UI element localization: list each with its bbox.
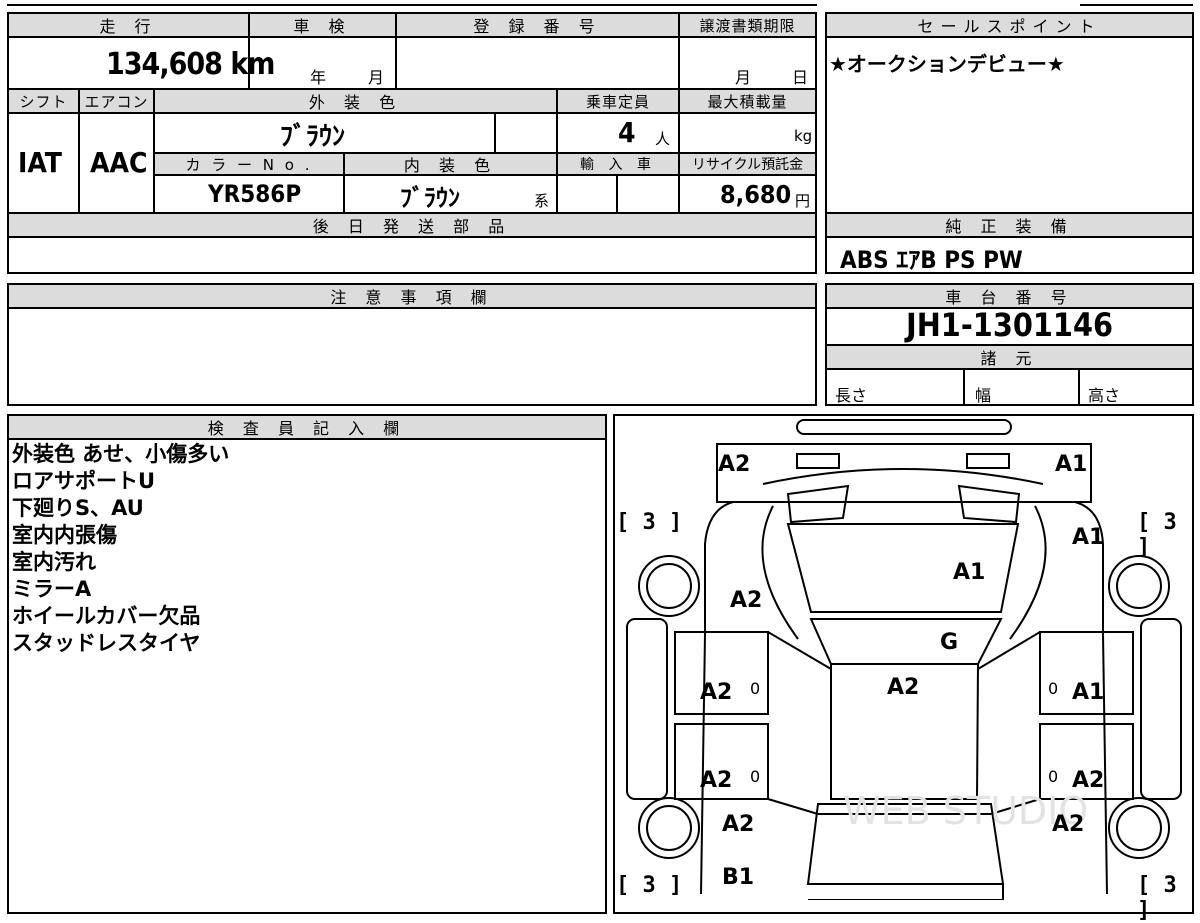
max-load-header: 最大積載量 [680, 90, 815, 112]
later-parts-header: 後 日 発 送 部 品 [9, 214, 815, 236]
mark-rear-bottom: B1 [722, 865, 755, 890]
capacity-value: 4 [618, 116, 636, 149]
spec-width: 幅 [975, 386, 992, 405]
car-diagram: WEB STUDIO [626, 419, 1182, 900]
color-no-header: カ ラ ー N o . [155, 154, 343, 174]
mileage-value: 134,608 km [106, 47, 275, 82]
tire-bottom-right: [ 3 ] [1137, 873, 1177, 923]
divider [153, 174, 817, 176]
spec-height: 高さ [1088, 386, 1121, 405]
inspection-year: 年 [310, 68, 327, 87]
mark-fender-right: A1 [1072, 525, 1105, 550]
divider [1078, 368, 1080, 406]
registration-header: 登 録 番 号 [397, 14, 678, 36]
transfer-day: 日 [792, 68, 809, 87]
color-no-value: YR586P [208, 180, 302, 208]
top-border [7, 4, 817, 6]
chassis-number: JH1-1301146 [906, 306, 1113, 344]
mark-fender-left: A2 [730, 588, 763, 613]
exterior-color-value: ﾌﾞﾗｳﾝ [280, 122, 346, 152]
divider [825, 36, 1194, 38]
mark-zero: 0 [750, 679, 761, 698]
mark-zero: 0 [750, 767, 761, 786]
note-line: 室内汚れ [12, 550, 96, 574]
caution-header: 注 意 事 項 欄 [9, 285, 815, 307]
divider [7, 36, 817, 38]
exterior-color-header: 外 装 色 [155, 90, 556, 112]
divider [7, 438, 607, 440]
note-line: ミラーA [12, 577, 92, 601]
top-border-right [1080, 4, 1193, 6]
mark-zero: 0 [1048, 679, 1059, 698]
mark-front-left: A2 [718, 452, 751, 477]
inspection-month: 月 [368, 68, 385, 87]
transfer-month: 月 [735, 68, 752, 87]
inspection-header: 車 検 [250, 14, 395, 36]
mark-roof: A2 [887, 675, 920, 700]
mark-windshield: G [940, 630, 959, 655]
divider [153, 88, 155, 213]
note-line: ホイールカバー欠品 [12, 604, 201, 628]
recycle-header: リサイクル預託金 [680, 154, 815, 174]
ac-value: AAC [90, 146, 148, 179]
shift-value: IAT [18, 146, 62, 179]
sales-point-box [825, 12, 1194, 214]
shift-header: シフト [9, 90, 78, 112]
note-line: 下廻りS、AU [12, 496, 144, 520]
equipment-header: 純 正 装 備 [827, 214, 1192, 236]
divider [7, 112, 817, 114]
transfer-deadline-header: 譲渡書類期限 [680, 14, 815, 36]
mark-rear-door-right: A2 [1072, 768, 1105, 793]
note-line: 室内内張傷 [12, 523, 117, 547]
mark-front-door-right: A1 [1072, 680, 1105, 705]
divider [395, 12, 397, 88]
sales-point-header: セールスポイント [827, 14, 1192, 36]
mark-quarter-right: A2 [1052, 812, 1085, 837]
interior-color-value: ﾌﾞﾗｳﾝ [400, 184, 460, 212]
capacity-header: 乗車定員 [558, 90, 678, 112]
capacity-unit: 人 [655, 130, 671, 148]
chassis-header: 車 台 番 号 [827, 285, 1192, 307]
ac-header: エアコン [80, 90, 153, 112]
specs-header: 諸 元 [827, 346, 1192, 368]
mark-front-right: A1 [1055, 452, 1088, 477]
divider [825, 236, 1194, 238]
mark-quarter-left: A2 [722, 812, 755, 837]
divider [616, 174, 618, 213]
sales-point-text: ★オークションデビュー★ [829, 52, 1065, 76]
inspector-header: 検 査 員 記 入 欄 [9, 416, 605, 438]
load-unit: kg [794, 127, 813, 145]
mileage-header: 走 行 [9, 14, 248, 36]
divider [556, 88, 558, 213]
inspector-notes: 外装色 あせ、小傷多い ロアサポートU 下廻りS、AU 室内内張傷 室内汚れ ミ… [12, 441, 229, 657]
divider [78, 88, 80, 213]
equipment-value: ABS ｴｱB PS PW [840, 246, 1023, 274]
interior-color-header: 内 装 色 [345, 154, 556, 175]
divider [963, 368, 965, 406]
note-line: 外装色 あせ、小傷多い [12, 442, 230, 466]
mark-front-door-left: A2 [700, 680, 733, 705]
tire-top-right: [ 3 ] [1137, 510, 1177, 560]
divider [494, 112, 496, 152]
divider [678, 12, 680, 88]
mark-rear-door-left: A2 [700, 768, 733, 793]
mark-zero: 0 [1048, 767, 1059, 786]
note-line: ロアサポートU [12, 469, 156, 493]
tire-top-left: [ 3 ] [616, 510, 683, 535]
recycle-unit: 円 [795, 192, 811, 210]
interior-color-suffix: 系 [534, 192, 550, 210]
tire-bottom-left: [ 3 ] [616, 873, 683, 898]
divider [678, 88, 680, 213]
spec-length: 長さ [835, 386, 868, 405]
divider [7, 307, 817, 309]
note-line: スタッドレスタイヤ [12, 631, 201, 655]
divider [7, 236, 817, 238]
mark-hood: A1 [953, 560, 986, 585]
recycle-value: 8,680 [720, 180, 792, 209]
divider [825, 368, 1194, 370]
import-header: 輸 入 車 [558, 154, 678, 174]
